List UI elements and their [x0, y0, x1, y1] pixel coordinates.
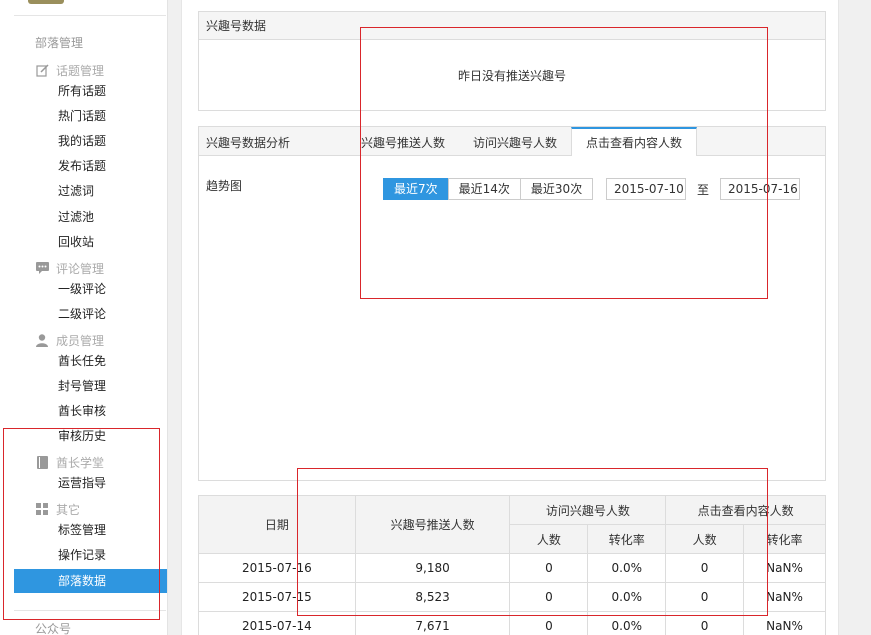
- sidebar-item-hot-topics[interactable]: 热门话题: [58, 107, 106, 125]
- cell-visit-people: 0: [509, 582, 589, 612]
- divider: [14, 15, 166, 16]
- cell-date: 2015-07-16: [198, 553, 356, 583]
- to-label: 至: [697, 183, 710, 197]
- edit-icon: [35, 63, 49, 77]
- header-visit-rate: 转化率: [587, 524, 667, 554]
- sidebar-item-tag-management[interactable]: 标签管理: [58, 521, 106, 539]
- group-topic: 话题管理: [35, 61, 104, 79]
- header-click-people: 人数: [665, 524, 745, 554]
- main-content: 兴趣号数据 昨日没有推送兴趣号 兴趣号数据分析 兴趣号推送人数 访问兴趣号人数 …: [181, 0, 839, 635]
- group-label: 评论管理: [56, 261, 105, 276]
- range-14-button[interactable]: 最近14次: [447, 178, 521, 200]
- cell-click-people: 0: [665, 611, 745, 635]
- sidebar-item-chief-review[interactable]: 酋长审核: [58, 402, 106, 420]
- sidebar-item-tribe-data[interactable]: 部落数据: [14, 569, 167, 593]
- table-row: 2015-07-15 8,523 0 0.0% 0 NaN%: [198, 582, 826, 612]
- table-row: 2015-07-16 9,180 0 0.0% 0 NaN%: [198, 553, 826, 583]
- group-other: 其它: [35, 500, 80, 518]
- cell-visit-rate: 0.0%: [587, 611, 667, 635]
- header-click-rate: 转化率: [743, 524, 826, 554]
- tab-visit-count[interactable]: 访问兴趣号人数: [473, 134, 557, 151]
- empty-message: 昨日没有推送兴趣号: [457, 69, 566, 83]
- sidebar-item-chief-appoint[interactable]: 酋长任免: [58, 352, 106, 370]
- cell-push: 8,523: [354, 582, 511, 612]
- date-from-input[interactable]: 2015-07-10: [606, 178, 686, 200]
- sidebar-item-operation-log[interactable]: 操作记录: [58, 546, 106, 564]
- cell-click-rate: NaN%: [743, 553, 826, 583]
- page: 部落管理 话题管理 所有话题 热门话题 我的话题 发布话题 过滤词 过滤池 回收…: [0, 0, 871, 635]
- sidebar-item-my-topics[interactable]: 我的话题: [58, 132, 106, 150]
- cell-push: 9,180: [354, 553, 511, 583]
- cell-date: 2015-07-14: [198, 611, 356, 635]
- group-label: 酋长学堂: [56, 455, 105, 470]
- sidebar-item-review-history[interactable]: 审核历史: [58, 427, 106, 445]
- divider: [14, 610, 166, 611]
- sidebar-item-recycle-bin[interactable]: 回收站: [58, 233, 94, 251]
- analysis-panel: 兴趣号数据分析 兴趣号推送人数 访问兴趣号人数 点击查看内容人数 趋势图 最近7…: [198, 126, 826, 481]
- sidebar-item-filter-words[interactable]: 过滤词: [58, 182, 94, 200]
- panel-title: 兴趣号数据分析: [206, 136, 291, 150]
- cell-click-rate: NaN%: [743, 611, 826, 635]
- book-icon: [35, 455, 49, 469]
- header-date: 日期: [198, 495, 356, 554]
- comment-icon: [35, 261, 49, 275]
- logo: [28, 0, 64, 4]
- section-title: 部落管理: [35, 36, 84, 50]
- date-to-input[interactable]: 2015-07-16: [720, 178, 800, 200]
- sidebar-item-level1-comments[interactable]: 一级评论: [58, 280, 106, 298]
- grid-icon: [35, 502, 49, 516]
- section-title-official-account[interactable]: 公众号: [35, 620, 71, 635]
- cell-visit-rate: 0.0%: [587, 582, 667, 612]
- group-label: 话题管理: [56, 63, 105, 78]
- group-school: 酋长学堂: [35, 453, 104, 471]
- tab-click-count[interactable]: 点击查看内容人数: [571, 127, 698, 156]
- cell-visit-rate: 0.0%: [587, 553, 667, 583]
- sidebar-item-operation-guide[interactable]: 运营指导: [58, 474, 106, 492]
- group-label: 其它: [56, 502, 81, 517]
- sidebar-item-level2-comments[interactable]: 二级评论: [58, 305, 106, 323]
- cell-visit-people: 0: [509, 553, 589, 583]
- header-visit-people: 人数: [509, 524, 589, 554]
- tabs-bar: 兴趣号数据分析 兴趣号推送人数 访问兴趣号人数 点击查看内容人数: [199, 127, 825, 156]
- header-push: 兴趣号推送人数: [354, 495, 511, 554]
- sidebar-item-all-topics[interactable]: 所有话题: [58, 82, 106, 100]
- header-click: 点击查看内容人数: [665, 495, 826, 525]
- range-7-button[interactable]: 最近7次: [383, 178, 449, 200]
- tab-push-count[interactable]: 兴趣号推送人数: [361, 134, 445, 151]
- cell-push: 7,671: [354, 611, 511, 635]
- sidebar-item-ban-management[interactable]: 封号管理: [58, 377, 106, 395]
- cell-click-rate: NaN%: [743, 582, 826, 612]
- range-30-button[interactable]: 最近30次: [519, 178, 594, 200]
- cell-visit-people: 0: [509, 611, 589, 635]
- cell-date: 2015-07-15: [198, 582, 356, 612]
- range-button-group: 最近7次 最近14次 最近30次: [383, 178, 594, 200]
- sidebar: 部落管理 话题管理 所有话题 热门话题 我的话题 发布话题 过滤词 过滤池 回收…: [0, 0, 168, 635]
- group-member: 成员管理: [35, 331, 104, 349]
- cell-click-people: 0: [665, 553, 745, 583]
- header-visit: 访问兴趣号人数: [509, 495, 667, 525]
- group-label: 成员管理: [56, 333, 105, 348]
- data-table: 日期 兴趣号推送人数 访问兴趣号人数 点击查看内容人数 人数 转化率 人数 转化…: [198, 495, 826, 635]
- panel-title: 兴趣号数据: [199, 12, 825, 40]
- group-comment: 评论管理: [35, 259, 104, 277]
- sidebar-item-publish-topic[interactable]: 发布话题: [58, 157, 106, 175]
- sidebar-item-filter-pool[interactable]: 过滤池: [58, 208, 94, 226]
- interest-data-panel: 兴趣号数据 昨日没有推送兴趣号: [198, 11, 826, 111]
- table-row: 2015-07-14 7,671 0 0.0% 0 NaN%: [198, 611, 826, 635]
- user-icon: [35, 333, 49, 347]
- cell-click-people: 0: [665, 582, 745, 612]
- trend-label: 趋势图: [206, 179, 243, 193]
